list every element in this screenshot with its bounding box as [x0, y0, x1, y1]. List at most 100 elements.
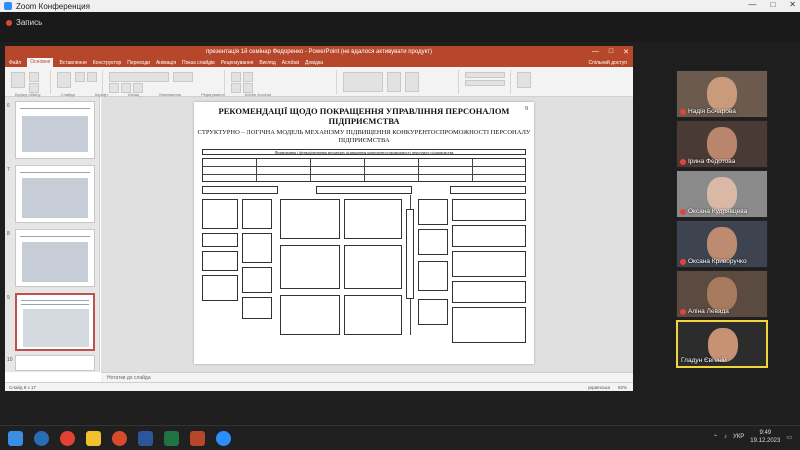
tab-file[interactable]: Файл	[9, 60, 21, 66]
tab-acrobat[interactable]: Acrobat	[282, 60, 299, 66]
participant-tile[interactable]: Оксана Кудрявцева	[676, 170, 768, 218]
slide-thumbnail[interactable]	[15, 101, 95, 159]
pp-maximize-button[interactable]: □	[609, 48, 613, 56]
cut-icon[interactable]	[29, 72, 39, 82]
reset-icon[interactable]	[87, 72, 97, 82]
participant-name: Надія Бочарова	[680, 108, 736, 115]
find-button[interactable]	[465, 72, 505, 78]
excel-icon[interactable]	[164, 431, 179, 446]
diagram-divider	[472, 158, 473, 182]
create-pdf-icon[interactable]	[517, 72, 531, 88]
participant-name: Аліна Левада	[680, 308, 729, 315]
shared-screen: презентація 1й семінар Федоренко - Power…	[5, 46, 633, 391]
tab-help[interactable]: Довідка	[305, 60, 323, 66]
new-slide-icon[interactable]	[57, 72, 71, 88]
tab-design[interactable]: Конструктор	[93, 60, 122, 66]
participant-tile[interactable]: Ірина Федотова	[676, 120, 768, 168]
participant-video	[707, 77, 737, 111]
minimize-button[interactable]: —	[748, 0, 756, 9]
ribbon-group-clipboard	[7, 70, 51, 94]
language-indicator[interactable]: українська	[588, 385, 610, 390]
diagram-center-header	[316, 186, 412, 194]
paste-icon[interactable]	[11, 72, 25, 88]
participant-video	[707, 127, 737, 161]
clock-date: 19.12.2023	[750, 438, 781, 444]
thumb-number: 8	[7, 231, 10, 237]
zoom-level[interactable]: 92%	[618, 385, 627, 390]
tab-view[interactable]: Вигляд	[259, 60, 275, 66]
diagram-block	[452, 199, 526, 221]
diagram-divider	[256, 158, 257, 182]
maximize-button[interactable]: □	[770, 0, 775, 9]
slide-thumbnail[interactable]	[15, 355, 95, 371]
tab-animations[interactable]: Анімація	[156, 60, 176, 66]
arrange-icon[interactable]	[387, 72, 401, 92]
diagram-vertical-bar	[406, 209, 414, 299]
thumb-line	[21, 304, 89, 305]
slide-thumbnail-selected[interactable]	[15, 293, 95, 351]
chevron-up-icon[interactable]: ⌃	[713, 434, 718, 441]
notes-pane[interactable]: Нотатки до слайда	[101, 372, 633, 382]
replace-button[interactable]	[465, 80, 505, 86]
slide-thumbnail[interactable]	[15, 165, 95, 223]
current-slide[interactable]: 9 РЕКОМЕНДАЦІЇ ЩОДО ПОКРАЩЕННЯ УПРАВЛІНН…	[194, 102, 534, 364]
recording-indicator[interactable]: Запись	[6, 18, 42, 27]
clock-time: 9:49	[759, 430, 772, 436]
ribbon-group-acrobat	[513, 70, 583, 94]
shapes-gallery[interactable]	[343, 72, 383, 92]
zoom-icon[interactable]	[216, 431, 231, 446]
diagram-block	[418, 261, 448, 291]
participant-name: Ірина Федотова	[680, 158, 735, 165]
powerpoint-icon[interactable]	[190, 431, 205, 446]
participant-tile[interactable]: Оксана Криворучко	[676, 220, 768, 268]
diagram-block	[418, 299, 448, 325]
powerpoint-title: презентація 1й семінар Федоренко - Power…	[205, 49, 433, 55]
numbering-icon[interactable]	[243, 72, 253, 82]
slide-title[interactable]: РЕКОМЕНДАЦІЇ ЩОДО ПОКРАЩЕННЯ УПРАВЛІННЯ …	[194, 106, 534, 126]
slide-subtitle[interactable]: СТРУКТУРНО – ЛОГІЧНА МОДЕЛЬ МЕХАНІЗМУ ПІ…	[194, 129, 534, 145]
bullets-icon[interactable]	[231, 72, 241, 82]
participant-tile[interactable]: Аліна Левада	[676, 270, 768, 318]
quick-styles-icon[interactable]	[405, 72, 419, 92]
participant-name: Оксана Кудрявцева	[680, 208, 747, 215]
file-explorer-icon[interactable]	[86, 431, 101, 446]
tab-home[interactable]: Основне	[27, 58, 54, 67]
tab-insert[interactable]: Вставлення	[59, 60, 86, 66]
yandex-icon[interactable]	[112, 431, 127, 446]
clock[interactable]: 9:49 19.12.2023	[750, 429, 780, 445]
structure-diagram[interactable]: Формування і функціонування механізму пі…	[202, 149, 526, 357]
font-name-select[interactable]	[109, 72, 169, 82]
share-button[interactable]: Спільний доступ	[589, 60, 627, 66]
slide-editor[interactable]: 9 РЕКОМЕНДАЦІЇ ЩОДО ПОКРАЩЕННЯ УПРАВЛІНН…	[101, 97, 633, 372]
diagram-block	[452, 307, 526, 343]
ribbon: Буфер обміну Слайди Шрифт Абзац Малюванн…	[5, 67, 633, 97]
tab-slideshow[interactable]: Показ слайдів	[182, 60, 215, 66]
participant-tile-active-speaker[interactable]: Гладун Євгеній	[676, 320, 768, 368]
notifications-icon[interactable]: ▭	[786, 434, 792, 441]
tab-transitions[interactable]: Переходи	[127, 60, 150, 66]
slide-thumbnail[interactable]	[15, 229, 95, 287]
pp-minimize-button[interactable]: —	[592, 48, 599, 56]
zoom-meeting-topbar: Запись	[0, 12, 800, 42]
word-icon[interactable]	[138, 431, 153, 446]
slide-thumbnail-pane[interactable]: 6 7 8 9 10	[5, 97, 100, 372]
mic-muted-icon	[680, 158, 686, 165]
diagram-block	[242, 233, 272, 263]
diagram-block	[452, 281, 526, 303]
pp-close-button[interactable]: ✕	[623, 48, 629, 56]
thumb-line	[21, 300, 89, 301]
system-tray: ⌃ ♪ УКР 9:49 19.12.2023 ▭	[713, 429, 792, 445]
diagram-block	[242, 199, 272, 229]
thumb-diagram	[23, 309, 89, 347]
chrome-icon[interactable]	[60, 431, 75, 446]
language-indicator[interactable]: УКР	[733, 434, 744, 440]
close-button[interactable]: ✕	[789, 0, 796, 9]
diagram-block	[242, 267, 272, 293]
layout-icon[interactable]	[75, 72, 85, 82]
tab-review[interactable]: Рецензування	[221, 60, 254, 66]
start-icon[interactable]	[8, 431, 23, 446]
participant-tile[interactable]: Надія Бочарова	[676, 70, 768, 118]
edge-icon[interactable]	[34, 431, 49, 446]
font-size-select[interactable]	[173, 72, 193, 82]
speaker-icon[interactable]: ♪	[724, 434, 727, 440]
